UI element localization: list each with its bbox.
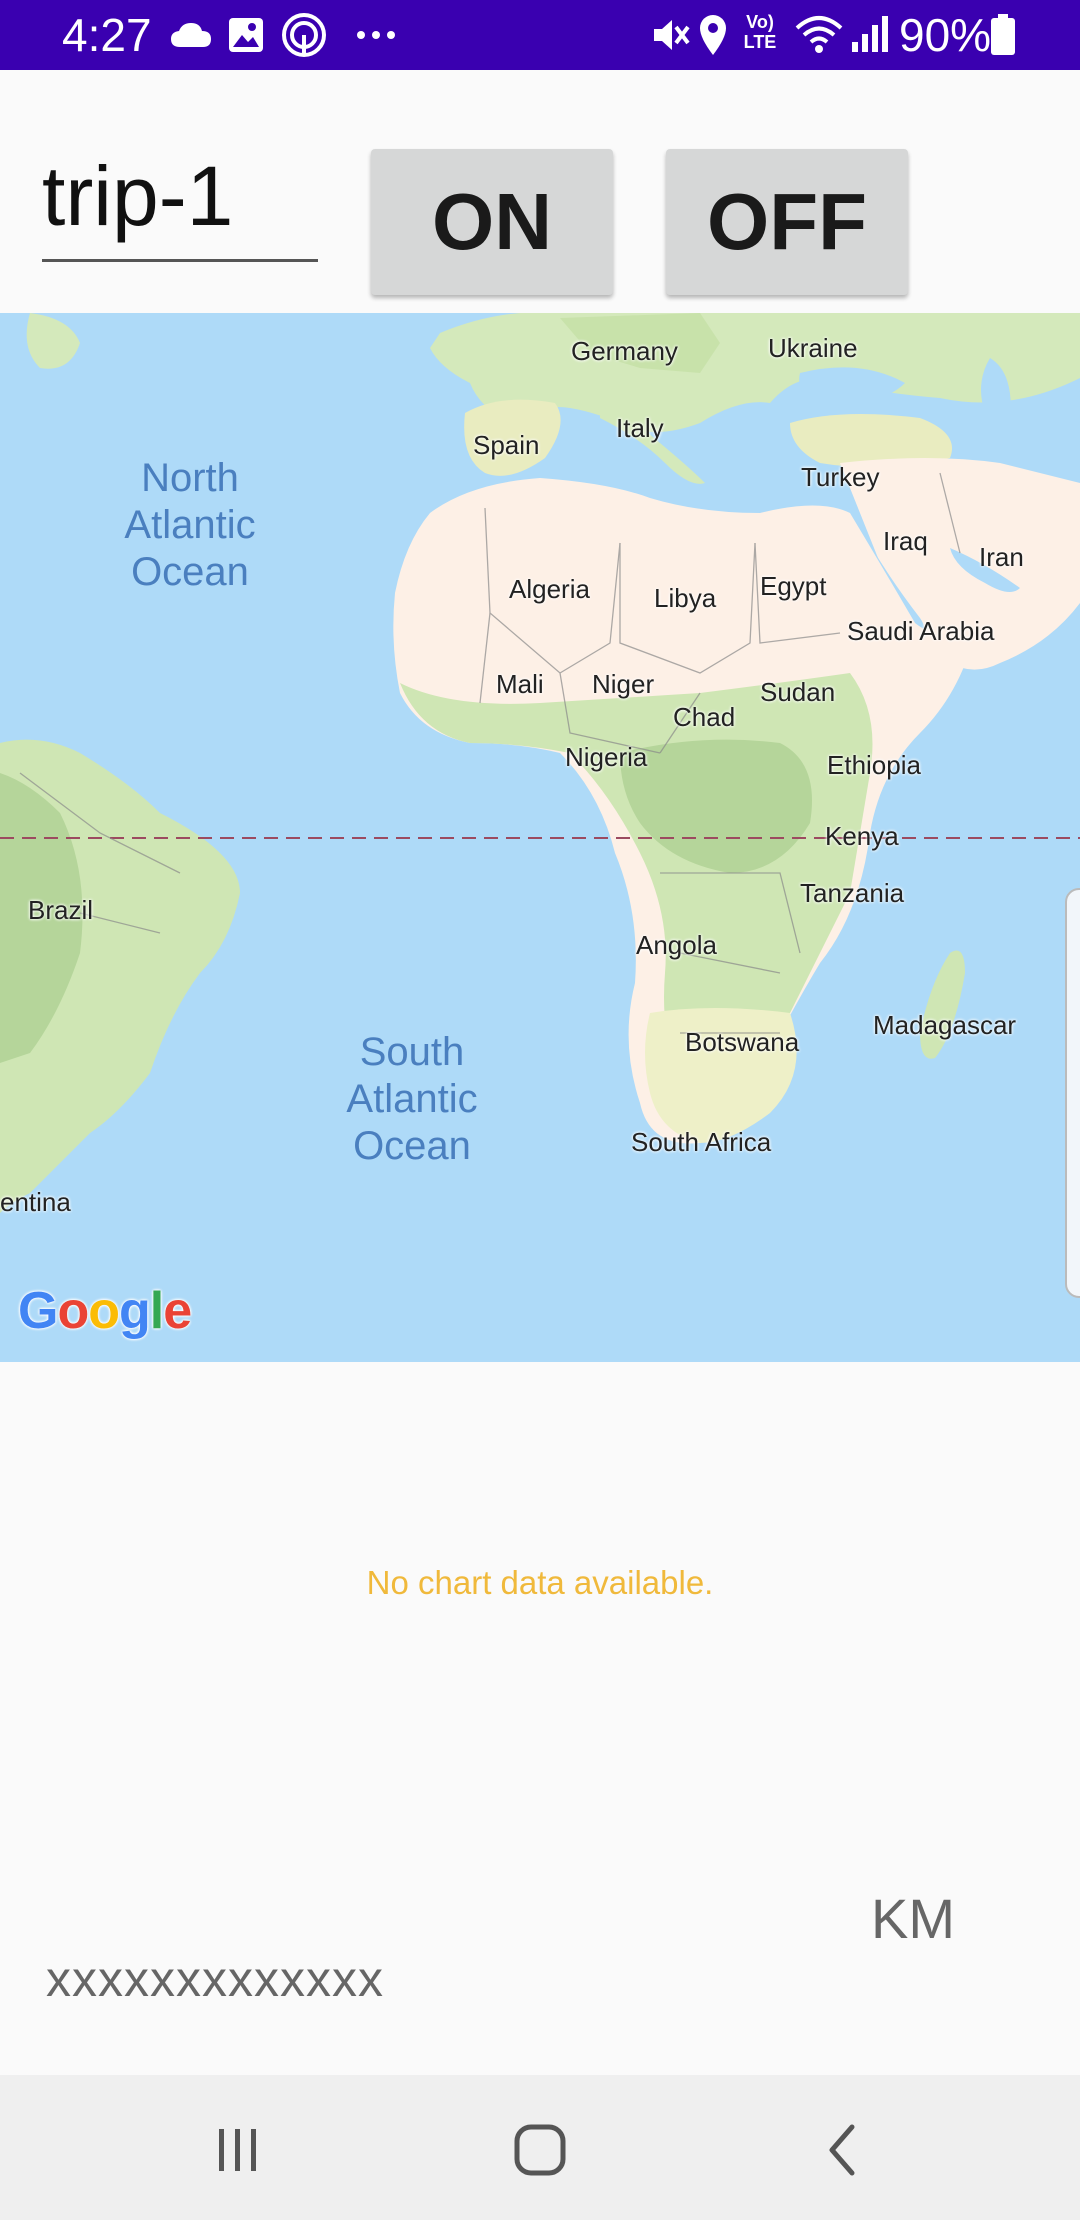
map-view[interactable]: Germany Ukraine Spain Italy Turkey Iraq …: [0, 313, 1080, 1362]
map-label-country: Niger: [592, 669, 655, 699]
map-label-country: Spain: [473, 430, 540, 460]
trip-name-input[interactable]: trip-1: [42, 140, 318, 262]
image-icon: [229, 18, 263, 52]
map-label-ocean: South Atlantic Ocean: [346, 1030, 478, 1168]
location-icon: [700, 15, 726, 55]
status-bar: 4:27 Vo) LTE 90%: [0, 0, 1080, 70]
on-button-label: ON: [432, 177, 552, 266]
no-chart-data-message: No chart data available.: [366, 1564, 714, 1601]
off-button-label: OFF: [707, 177, 867, 266]
map-label-country: Italy: [616, 413, 664, 443]
google-logo: Google: [18, 1282, 192, 1340]
recent-apps-icon: [219, 2129, 256, 2171]
map-label-country: Saudi Arabia: [847, 616, 995, 646]
navigation-bar: [0, 2075, 1080, 2220]
map-label-country: Ukraine: [768, 333, 858, 363]
map-label-country: Botswana: [685, 1027, 800, 1057]
map-label-country: Mali: [496, 669, 544, 699]
map-label-ocean: North Atlantic Ocean: [124, 456, 256, 594]
on-button[interactable]: ON: [371, 149, 613, 295]
map-label-country: Algeria: [509, 574, 590, 604]
wifi-icon: [795, 16, 843, 53]
signal-icon: [852, 16, 888, 52]
off-button[interactable]: OFF: [666, 149, 908, 295]
map-label-country: entina: [0, 1187, 71, 1217]
recent-apps-button[interactable]: [188, 2105, 288, 2195]
map-label-country: Ethiopia: [827, 750, 921, 780]
trip-name-value: trip-1: [42, 149, 234, 243]
map-label-country: Egypt: [760, 571, 827, 601]
more-icon: [357, 31, 395, 39]
home-icon: [514, 2124, 566, 2176]
map-label-country: Iraq: [883, 526, 928, 556]
distance-value: xxxxxxxxxxxxx: [46, 1951, 384, 2007]
status-time: 4:27: [62, 9, 152, 61]
map-label-country: Madagascar: [873, 1010, 1017, 1040]
battery-icon: [991, 14, 1015, 55]
map-label-country: Turkey: [801, 462, 880, 492]
map-label-country: Chad: [673, 702, 736, 732]
chart-area: No chart data available.: [0, 1362, 1080, 1862]
home-button[interactable]: [490, 2105, 590, 2195]
battery-percent: 90%: [899, 9, 992, 61]
mute-icon: [654, 20, 690, 50]
map-label-country: Nigeria: [565, 742, 648, 772]
back-icon: [829, 2124, 855, 2176]
map-label-country: Sudan: [760, 677, 836, 707]
map-label-country: Angola: [636, 930, 717, 960]
screen: 4:27 Vo) LTE 90% trip-1 ON OFF Germany U…: [0, 0, 1080, 2220]
map-label-country: Brazil: [28, 895, 94, 925]
map-label-country: Tanzania: [800, 878, 905, 908]
map-label-country: Iran: [979, 542, 1024, 572]
volte-icon: Vo) LTE: [743, 12, 777, 52]
nfc-icon: [282, 13, 326, 57]
map-label-country: Kenya: [825, 821, 899, 851]
back-button[interactable]: [792, 2105, 892, 2195]
cloud-icon: [171, 23, 211, 47]
distance-unit: KM: [871, 1887, 955, 1950]
map-drawer-handle[interactable]: [1065, 888, 1080, 1298]
map-label-country: Libya: [654, 583, 717, 613]
map-label-country: South Africa: [631, 1127, 772, 1157]
map-label-country: Germany: [571, 336, 678, 366]
